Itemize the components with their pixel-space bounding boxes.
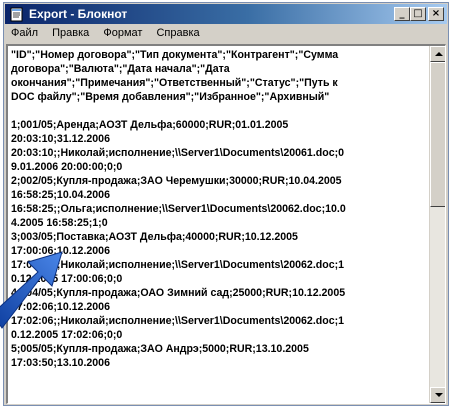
document-text[interactable]: "ID";"Номер договора";"Тип документа";"К… xyxy=(11,48,423,370)
text-line: "ID";"Номер договора";"Тип документа";"К… xyxy=(11,49,339,61)
text-editor-area[interactable]: "ID";"Номер договора";"Тип документа";"К… xyxy=(6,44,446,404)
scroll-up-button[interactable] xyxy=(430,46,445,62)
text-line: 3;003/05;Поставка;АОЗТ Дельфа;40000;RUR;… xyxy=(11,231,298,243)
text-line: 16:58:25;;Ольга;исполнение;\\Server1\Doc… xyxy=(11,203,346,215)
menu-file[interactable]: Файл xyxy=(5,25,43,39)
maximize-button[interactable]: □ xyxy=(410,7,426,21)
window-title: Export - Блокнот xyxy=(29,7,128,21)
text-line: договора";"Валюта";"Дата начала";"Дата xyxy=(11,63,230,75)
arrow-up-icon xyxy=(435,52,443,56)
notepad-window: Export - Блокнот _ □ × Файл Правка Форма… xyxy=(3,2,449,406)
scroll-down-button[interactable] xyxy=(430,387,445,403)
text-line: 1;001/05;Аренда;АОЗТ Дельфа;60000;RUR;01… xyxy=(11,119,289,131)
text-line: 20:03:10;31.12.2006 xyxy=(11,133,110,145)
text-line: 17:02:06;;Николай;исполнение;\\Server1\D… xyxy=(11,315,345,327)
close-button[interactable]: × xyxy=(428,7,444,21)
text-line: 9.01.2006 20:00:00;0;0 xyxy=(11,161,123,173)
text-line: 2;002/05;Купля-продажа;ЗАО Черемушки;300… xyxy=(11,175,342,187)
text-line: 0.12.2005 17:00:06;0;0 xyxy=(11,273,123,285)
vertical-scrollbar[interactable] xyxy=(429,46,445,403)
text-line: 17:00:06;;Николай;исполнение;\\Server1\D… xyxy=(11,259,345,271)
scrollbar-thumb[interactable] xyxy=(430,62,445,207)
menu-bar: Файл Правка Формат Справка xyxy=(5,25,447,43)
text-line: 0.12.2005 17:02:06;0;0 xyxy=(11,329,123,341)
text-line: 17:00:06;10.12.2006 xyxy=(11,245,110,257)
arrow-down-icon xyxy=(435,393,443,397)
text-line: 17:02:06;10.12.2006 xyxy=(11,301,110,313)
text-line: 5;005/05;Купля-продажа;ЗАО Андрэ;5000;RU… xyxy=(11,343,309,355)
menu-edit[interactable]: Правка xyxy=(46,25,94,39)
text-line xyxy=(11,104,423,118)
text-line: 17:03:50;13.10.2006 xyxy=(11,357,110,369)
title-bar[interactable]: Export - Блокнот _ □ × xyxy=(5,4,447,24)
text-line: 16:58:25;10.04.2006 xyxy=(11,189,110,201)
text-line: DOC файлу";"Время добавления";"Избранное… xyxy=(11,91,330,103)
menu-format[interactable]: Формат xyxy=(97,25,147,39)
notepad-icon[interactable] xyxy=(9,6,25,22)
minimize-button[interactable]: _ xyxy=(394,7,410,21)
menu-help[interactable]: Справка xyxy=(150,25,204,39)
text-line: окончания";"Примечания";"Ответственный";… xyxy=(11,77,338,89)
text-line: 20:03:10;;Николай;исполнение;\\Server1\D… xyxy=(11,147,345,159)
text-line: 4.2005 16:58:25;1;0 xyxy=(11,217,108,229)
text-line: 4;004/05;Купля-продажа;ОАО Зимний сад;25… xyxy=(11,287,346,299)
